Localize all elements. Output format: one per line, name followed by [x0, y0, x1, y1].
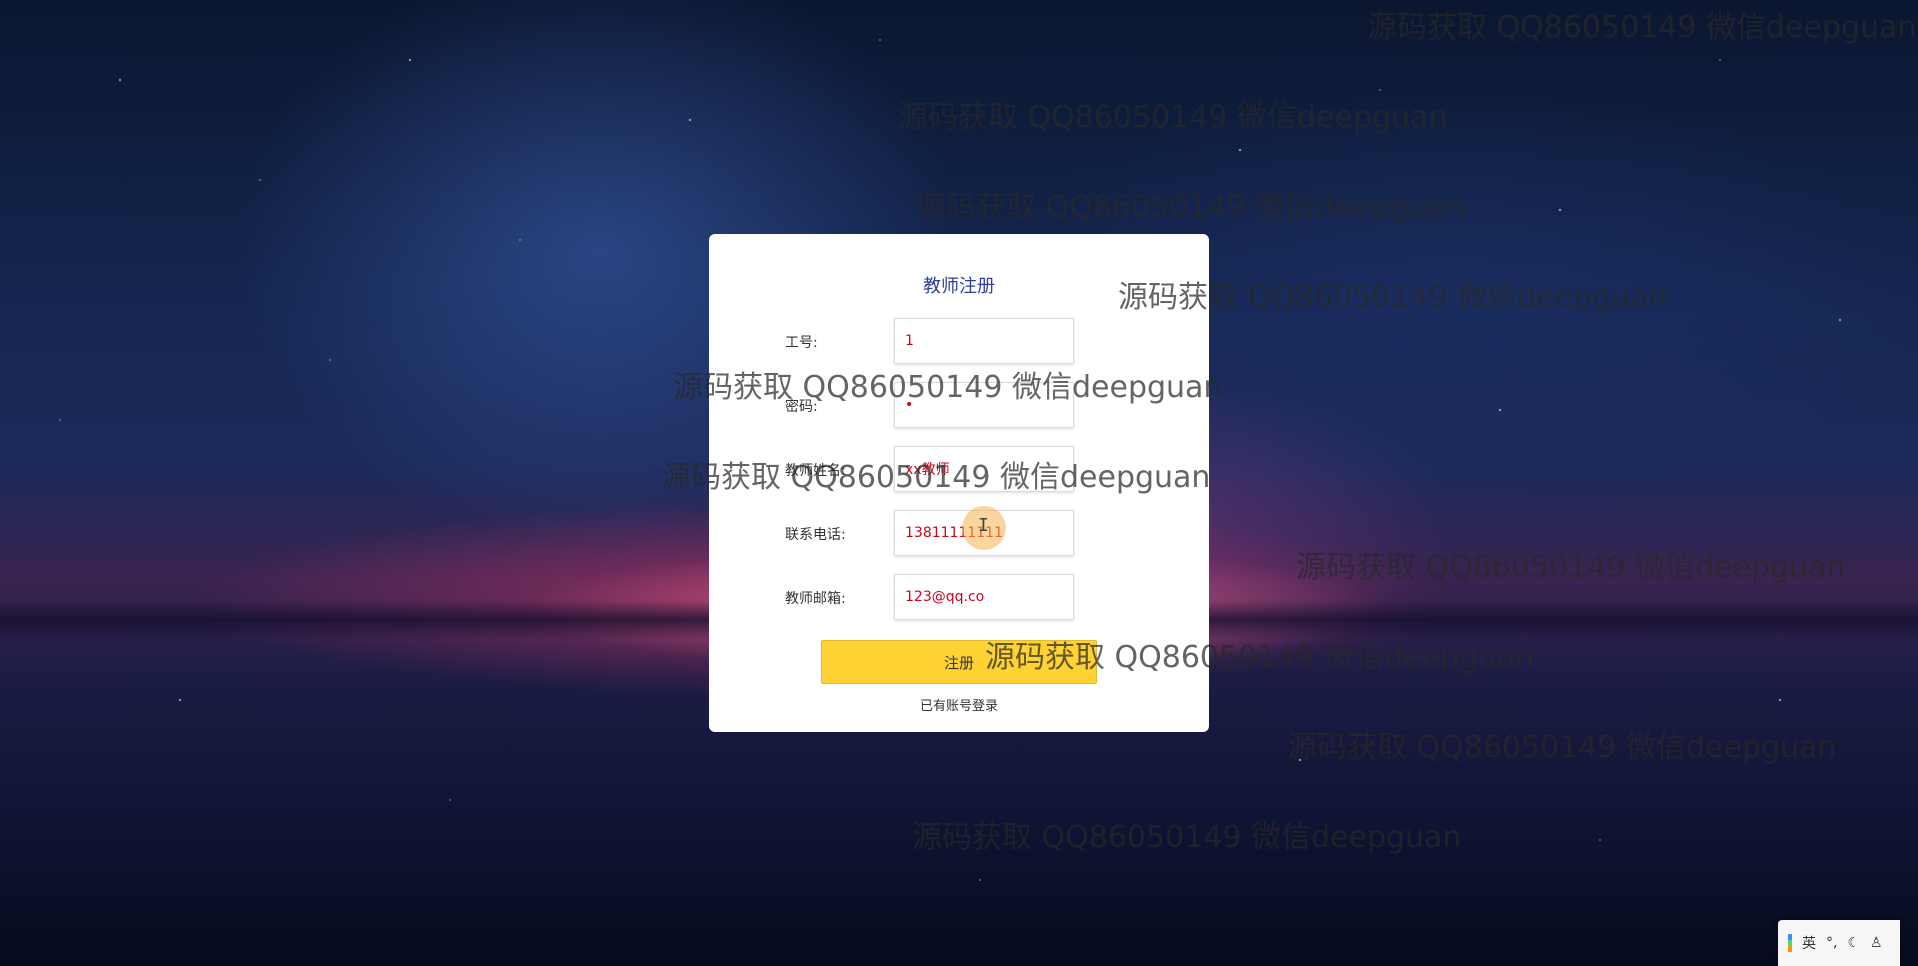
- moon-icon[interactable]: ☾: [1847, 935, 1860, 951]
- id-label: 工号:: [785, 335, 818, 351]
- teacher-name-input[interactable]: [894, 446, 1074, 492]
- form-row-phone: 联系电话:: [709, 510, 1209, 556]
- register-button[interactable]: 注册: [821, 640, 1097, 684]
- page-title: 教师注册: [923, 276, 995, 297]
- form-row-id: 工号:: [709, 318, 1209, 364]
- register-card: 教师注册 工号: 密码: 教师姓名: 联系电话: 教师邮箱: 注册 已有账号登录: [709, 234, 1209, 732]
- form-row-name: 教师姓名:: [709, 446, 1209, 492]
- id-input[interactable]: [894, 318, 1074, 364]
- form-row-email: 教师邮箱:: [709, 574, 1209, 620]
- ime-language[interactable]: 英: [1802, 933, 1816, 953]
- dot-comma-icon[interactable]: °,: [1826, 935, 1837, 951]
- password-input[interactable]: [894, 382, 1074, 428]
- form-row-password: 密码:: [709, 382, 1209, 428]
- teacher-name-label: 教师姓名:: [785, 463, 846, 479]
- login-link[interactable]: 已有账号登录: [709, 695, 1209, 714]
- phone-label: 联系电话:: [785, 527, 846, 543]
- shirt-icon[interactable]: ♙: [1870, 935, 1883, 951]
- email-label: 教师邮箱:: [785, 591, 846, 607]
- password-label: 密码:: [785, 399, 818, 415]
- text-cursor-icon: I: [978, 515, 989, 536]
- email-input[interactable]: [894, 574, 1074, 620]
- ime-logo-icon: [1788, 934, 1792, 952]
- ime-toolbar[interactable]: 英 °, ☾ ♙: [1778, 920, 1900, 966]
